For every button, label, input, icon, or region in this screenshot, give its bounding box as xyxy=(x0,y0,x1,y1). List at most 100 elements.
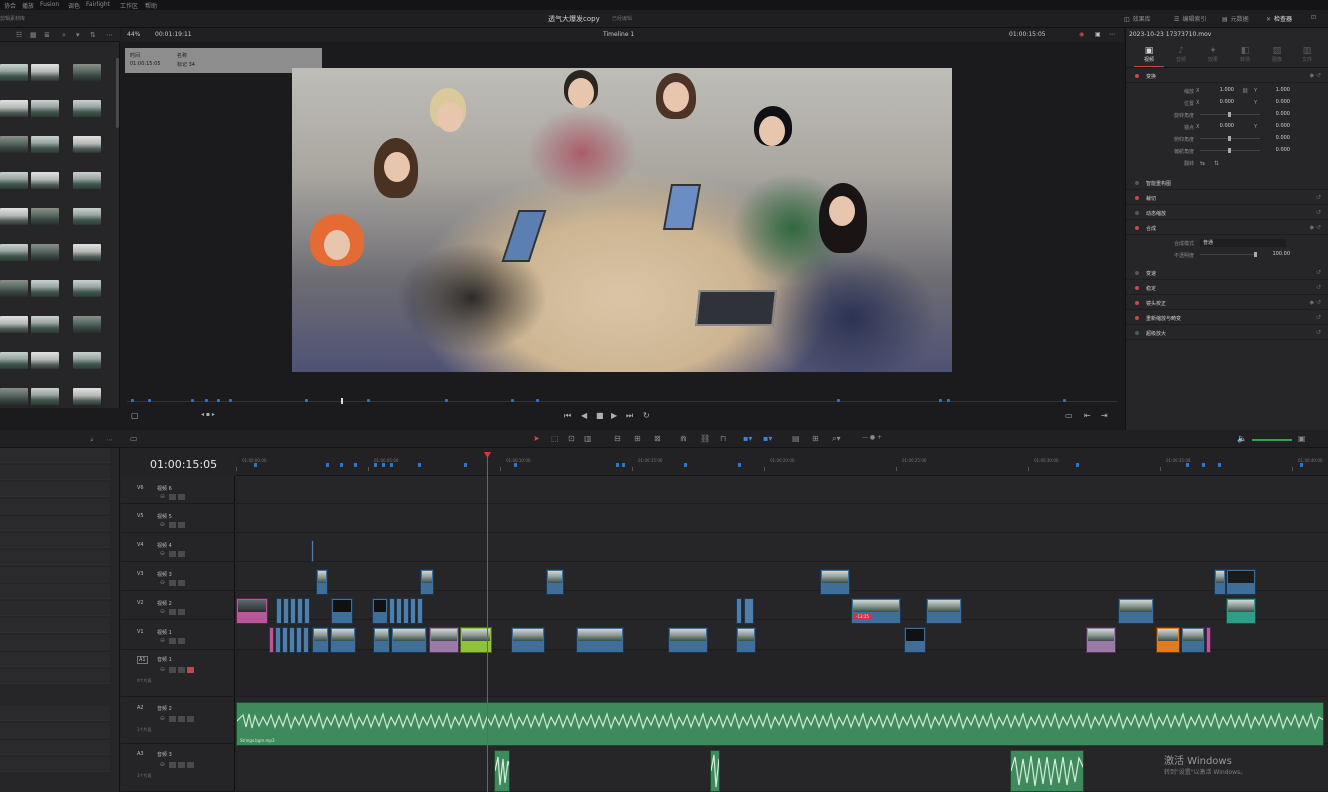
video-clip[interactable] xyxy=(429,627,459,653)
section-super-scale[interactable]: 超级放大 ↺ xyxy=(1126,326,1328,340)
replace-clip-icon[interactable]: ⊠ xyxy=(654,434,661,443)
marker[interactable] xyxy=(382,463,385,467)
insert-clip-icon[interactable]: ⊟ xyxy=(614,434,621,443)
section-dynamic-zoom[interactable]: 动态缩放 ↺ xyxy=(1126,206,1328,220)
video-clip[interactable] xyxy=(316,569,328,595)
list-view-icon[interactable]: ☷ xyxy=(16,31,22,39)
video-clip[interactable] xyxy=(420,569,434,595)
marker[interactable] xyxy=(1076,463,1079,467)
video-clip[interactable] xyxy=(1086,627,1116,653)
marker[interactable] xyxy=(684,463,687,467)
section-smart-reframe[interactable]: 智能重构图 xyxy=(1126,176,1328,190)
video-clip[interactable] xyxy=(373,627,390,653)
lock-toggle[interactable] xyxy=(169,666,177,673)
media-clip[interactable] xyxy=(0,316,32,346)
video-clip[interactable] xyxy=(290,598,296,624)
anchor-x-field[interactable]: 0.000 xyxy=(1202,123,1234,131)
bin-row[interactable] xyxy=(0,740,110,755)
video-clip[interactable] xyxy=(269,627,274,653)
position-x-field[interactable]: 0.000 xyxy=(1202,99,1234,107)
metadata-button[interactable]: ▤ 元数据 xyxy=(1222,14,1249,23)
marker[interactable] xyxy=(1218,463,1221,467)
marker[interactable] xyxy=(340,463,343,467)
marker[interactable] xyxy=(1186,463,1189,467)
media-clip[interactable] xyxy=(0,100,32,130)
timeline-view-icon[interactable]: ▭ xyxy=(130,434,138,443)
track-header-a2[interactable]: A2 音频 2 ⊖ 1个片段 xyxy=(121,697,235,744)
opacity-slider[interactable] xyxy=(1200,252,1257,257)
inspector-button[interactable]: ✕ 检查器 xyxy=(1266,14,1292,23)
video-clip[interactable] xyxy=(304,598,310,624)
track-controls[interactable]: ⊖ xyxy=(160,608,186,615)
rotation-field[interactable]: 0.000 xyxy=(1258,111,1290,119)
yaw-slider[interactable] xyxy=(1200,148,1260,153)
anchor-y-field[interactable]: 0.000 xyxy=(1258,123,1290,131)
marker[interactable] xyxy=(254,463,257,467)
video-clip[interactable] xyxy=(410,598,416,624)
visibility-toggle[interactable] xyxy=(178,637,186,644)
media-clip[interactable] xyxy=(0,280,32,310)
video-clip[interactable] xyxy=(275,627,281,653)
go-to-start-icon[interactable]: ⏮ xyxy=(564,411,571,421)
yaw-field[interactable]: 0.000 xyxy=(1258,147,1290,155)
track-header-a3[interactable]: A3 音频 3 ⊖ 3个片段 xyxy=(121,744,235,792)
marker[interactable] xyxy=(1202,463,1205,467)
fullscreen-icon[interactable]: ⊡ xyxy=(1311,14,1316,21)
video-clip[interactable] xyxy=(330,627,356,653)
video-clip[interactable] xyxy=(403,598,409,624)
stop-icon[interactable]: ■ xyxy=(596,411,604,420)
bin-row[interactable] xyxy=(0,601,110,616)
bin-row[interactable] xyxy=(0,723,110,738)
grid-view-icon[interactable]: ▦ xyxy=(30,31,37,39)
bin-row[interactable] xyxy=(0,550,110,565)
play-icon[interactable]: ▶ xyxy=(611,411,617,420)
marker[interactable] xyxy=(131,399,134,402)
track-controls[interactable]: ⊖ xyxy=(160,521,186,528)
audio-clip[interactable] xyxy=(710,750,720,792)
bin-row[interactable] xyxy=(0,652,110,667)
enable-dot-icon[interactable] xyxy=(1135,211,1139,215)
section-speed-change[interactable]: 变速 ↺ xyxy=(1126,266,1328,280)
scrub-playhead[interactable] xyxy=(341,398,343,404)
trim-tool-icon[interactable]: ⬚ xyxy=(551,434,559,443)
effects-library-button[interactable]: ◫ 效果库 xyxy=(1124,14,1151,23)
marker[interactable] xyxy=(511,399,514,402)
track-controls[interactable]: ⊖ xyxy=(160,761,195,768)
media-clip[interactable] xyxy=(31,244,63,274)
media-clip[interactable] xyxy=(31,172,63,202)
lock-toggle[interactable] xyxy=(169,715,177,722)
marker[interactable] xyxy=(947,399,950,402)
menu-item-fusion[interactable]: Fusion xyxy=(40,1,59,8)
enable-dot-icon[interactable] xyxy=(1135,286,1139,290)
video-clip[interactable] xyxy=(289,627,295,653)
video-clip[interactable] xyxy=(1214,569,1226,595)
bin-row[interactable] xyxy=(0,635,110,650)
video-clip[interactable] xyxy=(296,627,302,653)
timeline-ruler[interactable]: 01:00:00:00 01:00:05:00 01:00:10:00 01:0… xyxy=(236,454,1328,476)
video-clip[interactable] xyxy=(297,598,303,624)
video-clip[interactable] xyxy=(417,598,423,624)
visibility-toggle[interactable] xyxy=(178,493,186,500)
media-clip[interactable] xyxy=(0,244,32,274)
video-clip[interactable] xyxy=(236,598,268,624)
flip-horizontal-icon[interactable]: ⇆ xyxy=(1200,160,1205,167)
reset-icon[interactable]: ↺ xyxy=(1316,314,1321,321)
media-clip[interactable] xyxy=(31,280,63,310)
composite-mode-select[interactable]: 普通 xyxy=(1200,239,1286,247)
slider-knob[interactable] xyxy=(1228,112,1231,117)
reset-icon[interactable]: ↺ xyxy=(1316,284,1321,291)
track-controls[interactable]: ⊖ xyxy=(160,550,186,557)
opacity-field[interactable]: 100.00 xyxy=(1258,251,1291,259)
visibility-toggle[interactable] xyxy=(178,608,186,615)
zoom-level[interactable]: 44% xyxy=(127,31,140,38)
video-clip[interactable] xyxy=(372,598,388,624)
slider-knob[interactable] xyxy=(1228,136,1231,141)
track-controls[interactable]: ⊖ xyxy=(160,715,195,722)
video-clip[interactable]: -13:25 xyxy=(851,598,901,624)
media-clip[interactable] xyxy=(73,136,105,166)
track-controls[interactable]: ⊖ xyxy=(160,579,186,586)
section-crop[interactable]: 裁切 ↺ xyxy=(1126,191,1328,205)
marker[interactable] xyxy=(217,399,220,402)
media-clip[interactable] xyxy=(0,208,32,238)
video-clip[interactable] xyxy=(1156,627,1180,653)
